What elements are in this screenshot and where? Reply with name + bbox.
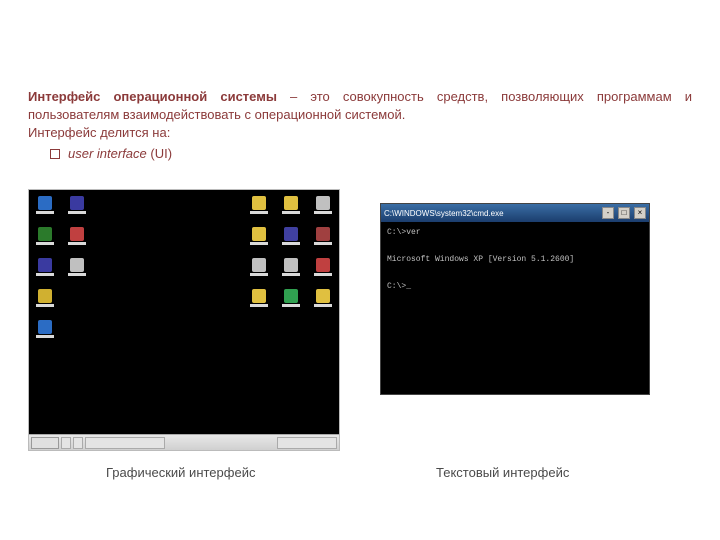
desktop-icon [313, 196, 333, 220]
desktop-icon [249, 258, 269, 282]
cmd-title-text: C:\WINDOWS\system32\cmd.exe [384, 209, 598, 218]
desktop-icon [67, 196, 87, 220]
desktop-icon-column [281, 196, 301, 434]
close-icon: × [634, 207, 646, 219]
desktop-icon [313, 289, 333, 313]
desktop-icon-column [313, 196, 333, 434]
desktop-icon [35, 227, 55, 251]
desktop-icon [249, 227, 269, 251]
desktop-icon [35, 258, 55, 282]
subheading: Интерфейс делится на: [28, 125, 692, 140]
caption-text: Текстовый интерфейс [436, 465, 569, 480]
desktop-icon [313, 227, 333, 251]
bullet-square-icon [50, 149, 60, 159]
desktop-icon [281, 196, 301, 220]
desktop-icon [313, 258, 333, 282]
desktop-icon-column [67, 196, 87, 434]
taskbar-task [85, 437, 165, 449]
taskbar-systray [277, 437, 337, 449]
desktop-area [29, 190, 339, 434]
desktop-icon [35, 320, 55, 344]
figure-gui-desktop [28, 189, 340, 451]
start-button [31, 437, 59, 449]
desktop-icon [281, 227, 301, 251]
desktop-icon-column [35, 196, 55, 434]
figures-row: C:\WINDOWS\system32\cmd.exe - □ × C:\>ve… [28, 189, 692, 451]
figure-cmd-window: C:\WINDOWS\system32\cmd.exe - □ × C:\>ve… [380, 203, 650, 395]
taskbar-tray-icon [61, 437, 71, 449]
desktop-icon [249, 289, 269, 313]
cmd-titlebar: C:\WINDOWS\system32\cmd.exe - □ × [381, 204, 649, 222]
term-bold: Интерфейс операционной системы [28, 89, 277, 104]
desktop-icon [35, 196, 55, 220]
desktop-icon [281, 289, 301, 313]
desktop-icon [67, 227, 87, 251]
taskbar-tray-icon [73, 437, 83, 449]
captions-row: Графический интерфейс Текстовый интерфей… [28, 465, 692, 480]
caption-gui: Графический интерфейс [106, 465, 386, 480]
cmd-body: C:\>ver Microsoft Windows XP [Version 5.… [381, 222, 649, 394]
bullet-text: user interface (UI) [68, 146, 172, 161]
desktop-icon [281, 258, 301, 282]
desktop-icon [249, 196, 269, 220]
desktop-icon [67, 258, 87, 282]
taskbar [29, 434, 339, 450]
definition-paragraph: Интерфейс операционной системы – это сов… [28, 88, 692, 123]
minimize-icon: - [602, 207, 614, 219]
maximize-icon: □ [618, 207, 630, 219]
desktop-icon [35, 289, 55, 313]
desktop-icon-column [249, 196, 269, 434]
bullet-item: user interface (UI) [50, 146, 692, 161]
